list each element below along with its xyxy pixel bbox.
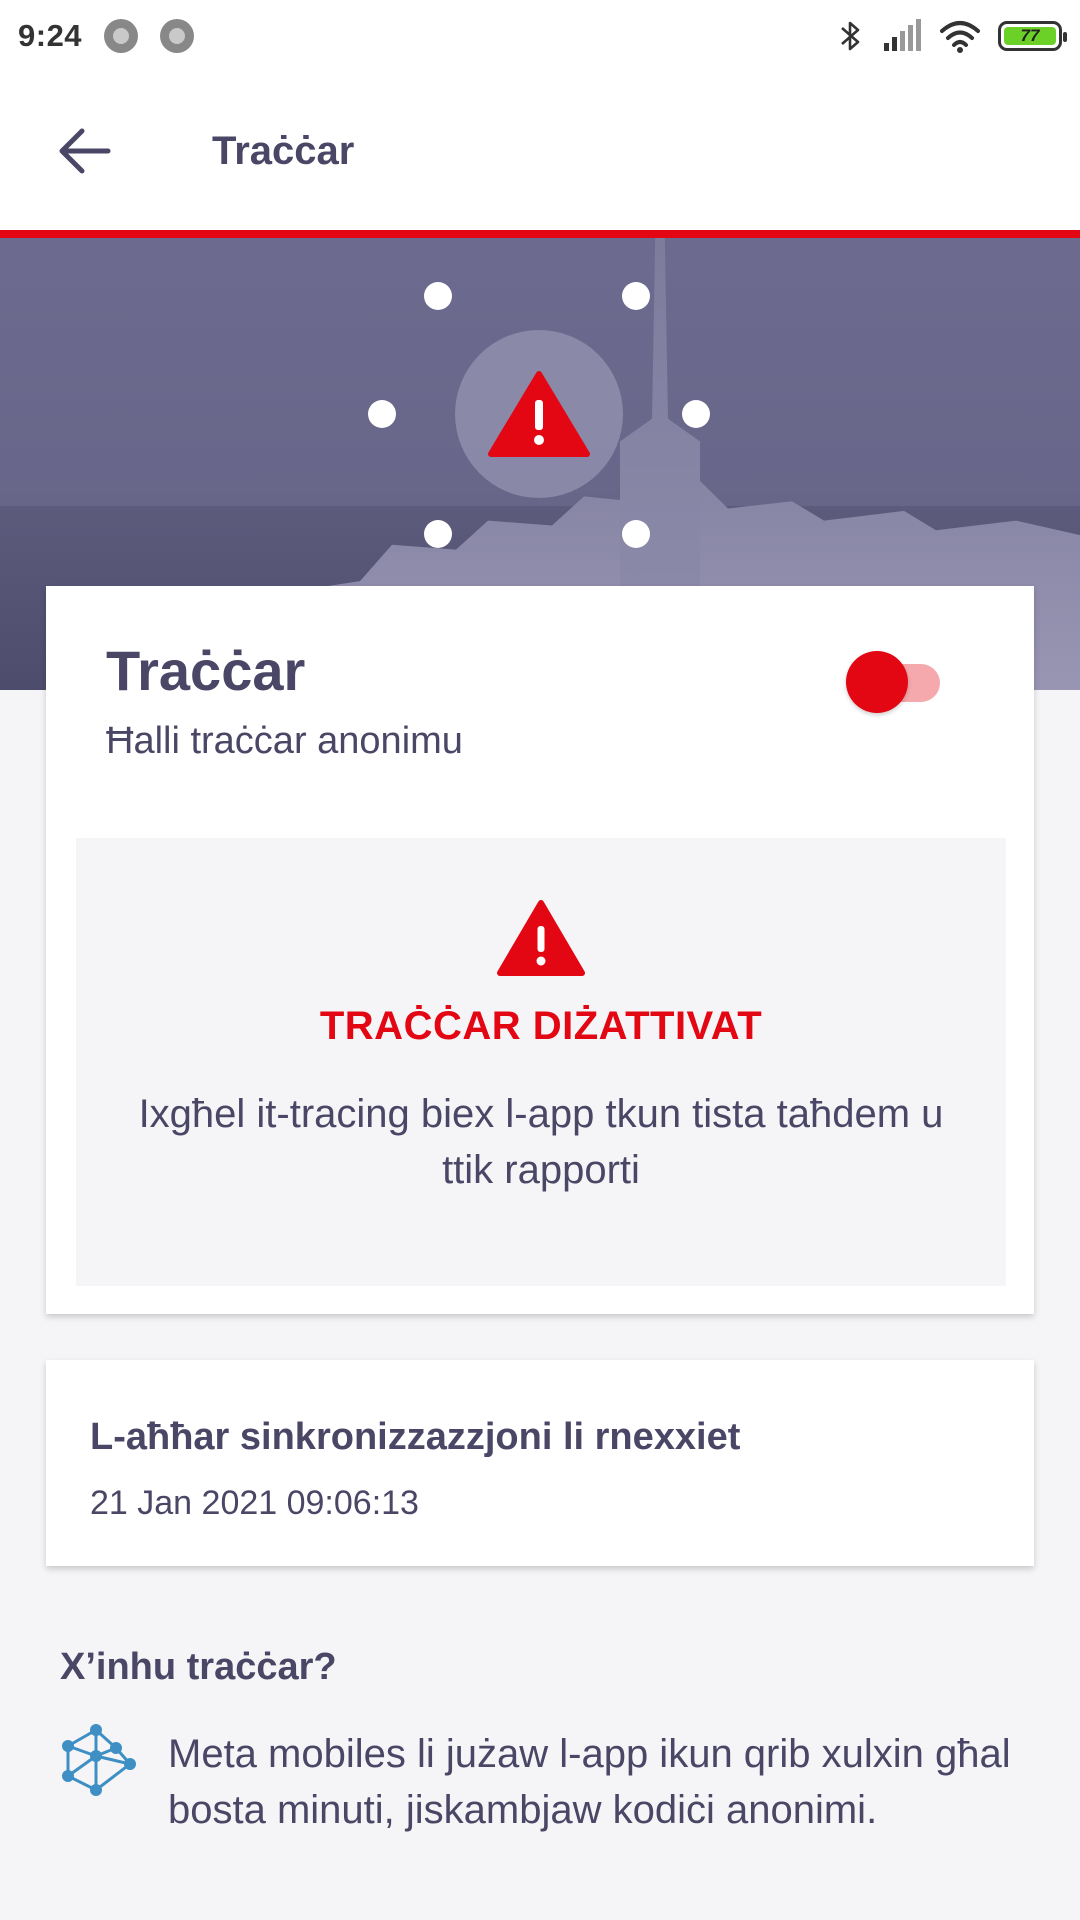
last-sync-title: L-aħħar sinkronizzazzjoni li rnexxiet xyxy=(90,1416,741,1458)
tracing-title: Traċċar xyxy=(106,639,306,702)
pulse-dot xyxy=(682,400,710,428)
tracing-status-label: TRAĊĊAR DIŻATTIVAT xyxy=(319,1004,763,1048)
tracing-card: Traċċar Ħalli traċċar anonimu TRAĊĊAR DI… xyxy=(46,586,1034,1314)
back-button[interactable] xyxy=(36,103,132,199)
tracing-subtitle: Ħalli traċċar anonimu xyxy=(106,720,463,762)
tracing-toggle[interactable] xyxy=(846,648,950,713)
pulse-dot xyxy=(622,520,650,548)
signal-icon xyxy=(884,19,921,51)
pulse-dot xyxy=(368,400,396,428)
last-sync-date: 21 Jan 2021 09:06:13 xyxy=(90,1484,419,1522)
arrow-left-icon xyxy=(59,128,111,174)
network-nodes-icon xyxy=(62,1724,136,1796)
status-time: 9:24 xyxy=(18,18,83,53)
warning-halo xyxy=(455,330,623,498)
bluetooth-icon xyxy=(841,21,860,51)
status-bar: 9:24 77 xyxy=(0,0,1080,72)
pulse-dot xyxy=(424,520,452,548)
notification-icon xyxy=(104,19,139,53)
last-sync-card: L-aħħar sinkronizzazzjoni li rnexxiet 21… xyxy=(46,1360,1034,1566)
app-bar: Traċċar xyxy=(0,72,1080,230)
battery-level: 77 xyxy=(1004,26,1056,45)
notification-icon xyxy=(160,19,195,53)
info-section-text: Meta mobiles li jużaw l-app ikun qrib xu… xyxy=(168,1732,1011,1832)
pulse-dot xyxy=(424,282,452,310)
tracing-status-box: TRAĊĊAR DIŻATTIVAT Ixgħel it-tracing bie… xyxy=(76,838,1006,1286)
pulse-dot xyxy=(622,282,650,310)
toggle-thumb xyxy=(846,651,908,713)
page-title: Traċċar xyxy=(212,128,355,173)
wifi-icon xyxy=(940,21,980,53)
warning-icon xyxy=(488,371,590,457)
battery-icon: 77 xyxy=(998,21,1067,51)
accent-divider xyxy=(0,230,1080,238)
info-section-title: X’inhu traċċar? xyxy=(60,1646,337,1688)
warning-icon xyxy=(497,900,585,976)
status-icons: 77 xyxy=(838,18,1067,54)
tracing-status-description: Ixgħel it-tracing biex l-app tkun tista … xyxy=(138,1092,944,1192)
